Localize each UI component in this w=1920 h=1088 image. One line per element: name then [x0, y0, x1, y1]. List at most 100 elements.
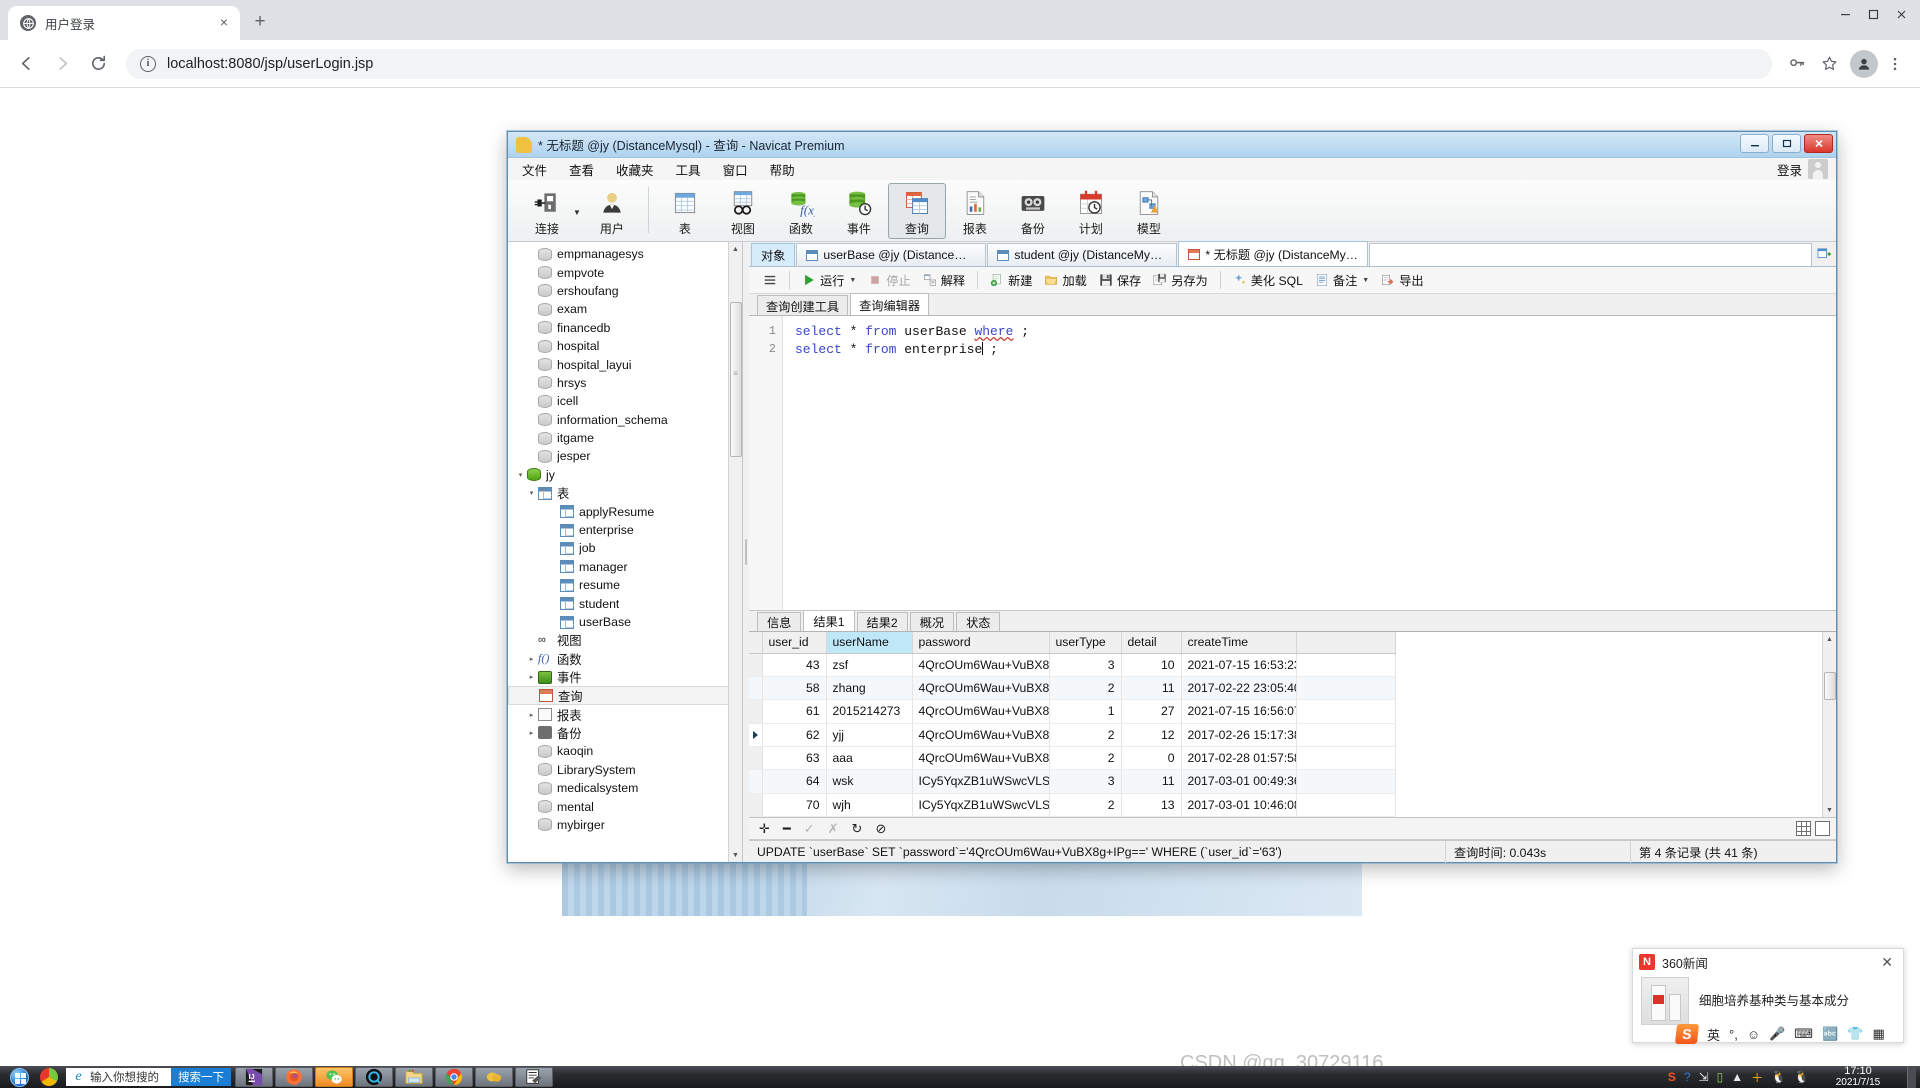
- tray-qq-icon[interactable]: 🐧: [1771, 1070, 1786, 1084]
- twisty-icon[interactable]: ▸: [525, 711, 538, 719]
- cell-createTime[interactable]: 2017-03-01 10:46:08: [1181, 793, 1297, 818]
- twisty-icon[interactable]: ▸: [525, 673, 538, 681]
- cell-createTime[interactable]: 2021-07-15 16:53:23: [1181, 653, 1297, 677]
- result-tab[interactable]: 状态: [956, 612, 1001, 631]
- editor-tab-query[interactable]: * 无标题 @jy (DistanceMysql...: [1178, 241, 1369, 266]
- cell-createTime[interactable]: 2017-02-26 15:17:38: [1181, 723, 1297, 747]
- query-subtab[interactable]: 查询创建工具: [757, 295, 849, 315]
- toolbar-report[interactable]: 报表: [946, 183, 1004, 239]
- cell-password[interactable]: ICy5YqxZB1uWSwcVLSNL: [912, 793, 1050, 818]
- toast-body[interactable]: 细胞培养基种类与基本成分: [1633, 975, 1903, 1025]
- table-row[interactable]: 70wjhICy5YqxZB1uWSwcVLSNL2132017-03-01 1…: [749, 793, 1396, 818]
- cell-userName[interactable]: yjj: [826, 723, 913, 747]
- cell-detail[interactable]: 0: [1121, 746, 1182, 771]
- bookmark-star-icon[interactable]: [1814, 49, 1844, 79]
- start-button[interactable]: [2, 1067, 36, 1087]
- cell-detail[interactable]: 27: [1121, 699, 1182, 724]
- table-row[interactable]: 61 2015214273 4QrcOUm6Wau+VuBX8g 1 27 2021-07…: [749, 699, 1396, 724]
- query-save-as[interactable]: 另存为: [1147, 269, 1214, 291]
- twisty-icon[interactable]: ▾: [525, 489, 538, 497]
- table-row[interactable]: 43 zsf 4QrcOUm6Wau+VuBX8g 3 10 2021-07-15 16:…: [749, 653, 1396, 677]
- minimize-icon[interactable]: [1832, 4, 1858, 24]
- tree-node-icell[interactable]: icell: [508, 392, 742, 410]
- cell-userType[interactable]: 3: [1049, 653, 1122, 677]
- taskbar-app-editplus[interactable]: [515, 1067, 553, 1087]
- cell-password[interactable]: 4QrcOUm6Wau+VuBX8g: [912, 723, 1050, 747]
- tree-node-[interactable]: ▾ 表: [508, 484, 742, 502]
- minimize-button[interactable]: [1740, 134, 1769, 153]
- menu-file[interactable]: 文件: [522, 160, 547, 179]
- taskbar-app-navicat[interactable]: [475, 1067, 513, 1087]
- query-export[interactable]: 导出: [1375, 269, 1429, 291]
- ime-keyboard-icon[interactable]: ⌨: [1794, 1026, 1813, 1042]
- new-object-tab-icon[interactable]: [1812, 243, 1836, 266]
- browser-menu-icon[interactable]: [1880, 49, 1910, 79]
- toolbar-connection[interactable]: 连接: [518, 183, 576, 239]
- cell-userType[interactable]: 1: [1049, 699, 1122, 724]
- minus-icon[interactable]: ━: [783, 822, 791, 835]
- cell-password[interactable]: ICy5YqxZB1uWSwcVLSNL: [912, 769, 1050, 794]
- reload-button[interactable]: [82, 48, 114, 80]
- grid-view-icon[interactable]: [1796, 821, 1811, 836]
- tree-node-hospital_layui[interactable]: hospital_layui: [508, 355, 742, 373]
- scroll-down-icon[interactable]: ▼: [1823, 803, 1836, 817]
- menu-favorites[interactable]: 收藏夹: [616, 160, 654, 179]
- taskbar-app-file-explorer[interactable]: [395, 1067, 433, 1087]
- tree-node-resume[interactable]: resume: [508, 576, 742, 594]
- taskbar-app-sogou-help[interactable]: [355, 1067, 393, 1087]
- tree-node-jy[interactable]: ▾ jy: [508, 466, 742, 484]
- tray-sogou-icon[interactable]: S: [1668, 1070, 1676, 1084]
- cell-createTime[interactable]: 2021-07-15 16:56:07: [1181, 699, 1297, 724]
- key-icon[interactable]: [1782, 49, 1812, 79]
- ime-menu-icon[interactable]: ▦: [1872, 1026, 1884, 1042]
- menu-tools[interactable]: 工具: [676, 160, 701, 179]
- cell-createTime[interactable]: 2017-02-22 23:05:40: [1181, 676, 1297, 701]
- tree-node-[interactable]: ▸ 备份: [508, 724, 742, 742]
- ime-language-bar[interactable]: S 英 °, ☺ 🎤 ⌨ 🔤 👕 ▦: [1672, 1021, 1904, 1047]
- row-marker[interactable]: [749, 676, 763, 701]
- table-row[interactable]: 58 zhang 4QrcOUm6Wau+VuBX8g 2 11 2017-02-22 2…: [749, 676, 1396, 701]
- login-area[interactable]: 登录: [1777, 158, 1828, 180]
- navicat-titlebar[interactable]: * 无标题 @jy (DistanceMysql) - 查询 - Navicat…: [508, 132, 1836, 158]
- form-view-icon[interactable]: [1815, 821, 1830, 836]
- tree-node-empmanagesys[interactable]: empmanagesys: [508, 245, 742, 263]
- toolbar-query[interactable]: 查询: [887, 183, 946, 239]
- tree-node-userBase[interactable]: userBase: [508, 613, 742, 631]
- tree-node-information_schema[interactable]: information_schema: [508, 411, 742, 429]
- cell-user_id[interactable]: 61: [762, 699, 827, 724]
- menu-view[interactable]: 查看: [569, 160, 594, 179]
- cell-userType[interactable]: 2: [1049, 723, 1122, 747]
- query-save[interactable]: 保存: [1093, 269, 1147, 291]
- cell-userName[interactable]: wsk: [826, 769, 913, 794]
- tray-overflow-icon[interactable]: ▲: [1731, 1070, 1743, 1084]
- taskbar-clock[interactable]: 17:10 2021/7/15: [1817, 1066, 1899, 1088]
- maximize-icon[interactable]: [1860, 4, 1886, 24]
- cell-userName[interactable]: aaa: [826, 746, 913, 771]
- column-header-detail[interactable]: detail: [1121, 632, 1182, 654]
- chevron-down-icon[interactable]: ▼: [573, 208, 581, 217]
- tree-node-financedb[interactable]: financedb: [508, 319, 742, 337]
- row-marker[interactable]: [749, 793, 763, 818]
- tree-node-jesper[interactable]: jesper: [508, 447, 742, 465]
- ime-voice-icon[interactable]: 🎤: [1769, 1026, 1785, 1042]
- tree-node-mental[interactable]: mental: [508, 797, 742, 815]
- tree-node-mybirger[interactable]: mybirger: [508, 816, 742, 834]
- tree-node-[interactable]: ▸ 报表: [508, 705, 742, 723]
- toolbar-event[interactable]: 事件: [830, 183, 888, 239]
- tree-node-enterprise[interactable]: enterprise: [508, 521, 742, 539]
- close-icon[interactable]: [1888, 4, 1914, 24]
- profile-icon[interactable]: [1850, 49, 1878, 78]
- query-new[interactable]: 新建: [984, 269, 1038, 291]
- toast-headline[interactable]: 细胞培养基种类与基本成分: [1699, 977, 1849, 1025]
- close-icon[interactable]: ×: [216, 15, 232, 31]
- query-load[interactable]: 加载: [1038, 269, 1092, 291]
- toolbar-backup[interactable]: 备份: [1004, 183, 1062, 239]
- tree-node-applyResume[interactable]: applyResume: [508, 502, 742, 520]
- menu-help[interactable]: 帮助: [770, 160, 795, 179]
- tree-node-[interactable]: ▸ f() 函数: [508, 650, 742, 668]
- column-header-userType[interactable]: userType: [1049, 632, 1122, 654]
- cell-createTime[interactable]: 2017-03-01 00:49:36: [1181, 769, 1297, 794]
- tree-node-job[interactable]: job: [508, 539, 742, 557]
- cell-user_id[interactable]: 63: [762, 746, 827, 771]
- forward-button[interactable]: [46, 48, 78, 80]
